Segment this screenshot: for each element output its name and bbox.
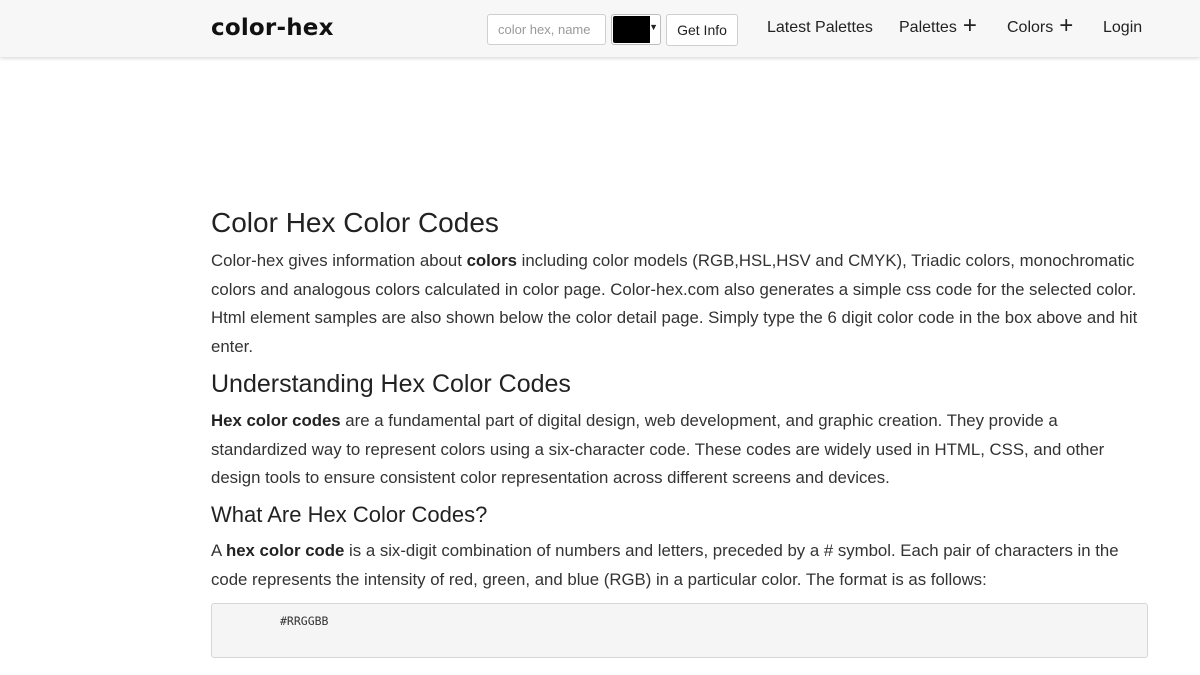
- page-title: Color Hex Color Codes: [211, 207, 499, 238]
- what-text-rest: is a six-digit combination of numbers an…: [211, 541, 1119, 589]
- plus-icon: +: [962, 12, 977, 39]
- intro-bold: colors: [466, 251, 517, 270]
- nav-palettes-label: Palettes: [899, 19, 957, 36]
- what-bold: hex color code: [225, 541, 345, 560]
- site-logo[interactable]: color-hex: [211, 13, 334, 43]
- understanding-paragraph: Hex color codes are a fundamental part o…: [211, 407, 1151, 493]
- what-text: A: [211, 541, 226, 560]
- color-swatch: [613, 16, 650, 43]
- understanding-text: are a fundamental part of digital design…: [211, 411, 1105, 487]
- color-picker[interactable]: ▼: [611, 14, 661, 45]
- understanding-bold: Hex color codes: [211, 411, 341, 430]
- understanding-heading: Understanding Hex Color Codes: [211, 370, 571, 398]
- nav-latest-palettes[interactable]: Latest Palettes: [767, 18, 873, 38]
- nav-colors-label: Colors: [1007, 19, 1054, 36]
- top-navbar: color-hex ▼ Get Info Latest Palettes Pal…: [0, 0, 1200, 57]
- intro-text: Color-hex gives information about: [211, 251, 467, 270]
- nav-colors[interactable]: Colors +: [1007, 12, 1074, 39]
- nav-palettes[interactable]: Palettes +: [899, 12, 977, 39]
- plus-icon: +: [1059, 12, 1074, 39]
- search-input[interactable]: [487, 14, 606, 45]
- get-info-button[interactable]: Get Info: [666, 14, 738, 46]
- dropdown-arrow-icon: ▼: [649, 22, 658, 32]
- what-heading: What Are Hex Color Codes?: [211, 502, 488, 527]
- code-block: #RRGGBB: [211, 603, 1148, 658]
- what-paragraph: A hex color code is a six-digit combinat…: [211, 537, 1151, 594]
- intro-paragraph: Color-hex gives information about colors…: [211, 247, 1151, 361]
- nav-login[interactable]: Login: [1103, 18, 1142, 38]
- code-sample: #RRGGBB: [280, 614, 329, 628]
